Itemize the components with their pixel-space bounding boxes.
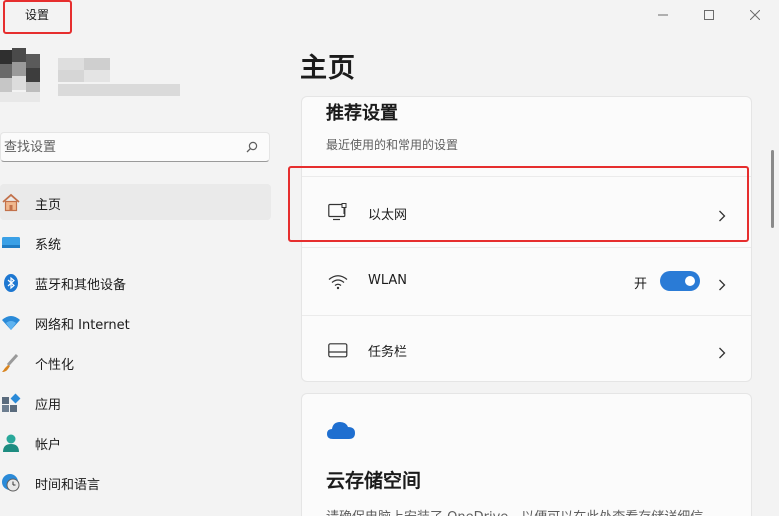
sidebar-item-time-language[interactable]: 时间和语言 xyxy=(0,464,271,500)
sidebar-item-label: 系统 xyxy=(35,238,62,253)
recommended-title: 推荐设置 xyxy=(326,103,398,124)
apps-icon xyxy=(1,393,21,413)
ethernet-icon xyxy=(328,203,348,225)
toggle-knob xyxy=(685,276,695,286)
sidebar-item-network[interactable]: 网络和 Internet xyxy=(0,304,271,340)
system-icon xyxy=(1,233,21,253)
minimize-icon xyxy=(658,14,668,16)
wlan-toggle[interactable] xyxy=(660,271,700,291)
divider xyxy=(302,315,751,316)
page-title: 主页 xyxy=(300,53,356,84)
maximize-button[interactable] xyxy=(686,0,732,30)
home-icon xyxy=(1,193,21,213)
sidebar-item-apps[interactable]: 应用 xyxy=(0,384,271,420)
divider xyxy=(302,247,751,248)
chevron-right-icon xyxy=(718,344,726,363)
sidebar-item-personalization[interactable]: 个性化 xyxy=(0,344,271,380)
sidebar-item-label: 网络和 Internet xyxy=(35,318,130,333)
maximize-icon xyxy=(704,10,714,20)
minimize-button[interactable] xyxy=(640,0,686,30)
wlan-toggle-state-text: 开 xyxy=(634,277,648,292)
user-avatar[interactable] xyxy=(0,44,46,106)
cloud-icon xyxy=(326,420,356,444)
sidebar-item-label: 主页 xyxy=(35,198,62,213)
sidebar-item-home[interactable]: 主页 xyxy=(0,184,271,220)
recommended-settings-card: 推荐设置 最近使用的和常用的设置 以太网 WLAN 开 任务栏 xyxy=(301,96,752,382)
sidebar-item-label: 个性化 xyxy=(35,358,75,373)
title-bar: 设置 xyxy=(0,0,779,34)
sidebar-item-accounts[interactable]: 帐户 xyxy=(0,424,271,460)
recommended-subtitle: 最近使用的和常用的设置 xyxy=(326,138,459,152)
personalization-icon xyxy=(1,353,21,373)
cloud-storage-title: 云存储空间 xyxy=(326,470,422,492)
search-box[interactable] xyxy=(0,132,270,162)
divider xyxy=(302,176,751,177)
chevron-right-icon xyxy=(718,276,726,295)
chevron-right-icon xyxy=(718,207,726,226)
sidebar-item-label: 时间和语言 xyxy=(35,478,101,493)
sidebar-item-label: 应用 xyxy=(35,398,62,413)
account-name-blurred xyxy=(58,58,180,98)
time-language-icon xyxy=(1,473,21,493)
wlan-label: WLAN xyxy=(368,273,408,288)
scrollbar-thumb[interactable] xyxy=(771,150,774,228)
search-input[interactable] xyxy=(4,133,234,161)
scrollbar-track[interactable] xyxy=(760,0,779,516)
sidebar-item-label: 帐户 xyxy=(35,438,62,453)
cloud-storage-card: 云存储空间 请确保电脑上安装了 OneDrive，以便可以在此处查看存储详细信 xyxy=(301,393,752,516)
app-title: 设置 xyxy=(25,8,50,22)
wifi-icon xyxy=(1,313,21,333)
account-icon xyxy=(1,433,21,453)
close-icon xyxy=(750,10,760,20)
sidebar-item-bluetooth[interactable]: 蓝牙和其他设备 xyxy=(0,264,271,300)
wlan-icon xyxy=(328,274,348,294)
ethernet-label: 以太网 xyxy=(368,208,408,223)
sidebar-nav: 主页 系统 蓝牙和其他设备 网络和 Internet 个性化 应用 帐户 时间和… xyxy=(0,184,271,504)
taskbar-label: 任务栏 xyxy=(368,345,408,360)
sidebar-item-label: 蓝牙和其他设备 xyxy=(35,278,127,293)
ethernet-row[interactable]: 以太网 xyxy=(302,180,751,246)
wlan-row[interactable]: WLAN 开 xyxy=(302,249,751,315)
sidebar-item-system[interactable]: 系统 xyxy=(0,224,271,260)
cloud-storage-description: 请确保电脑上安装了 OneDrive，以便可以在此处查看存储详细信 xyxy=(326,506,703,516)
taskbar-icon xyxy=(328,343,348,363)
search-icon[interactable] xyxy=(246,141,258,153)
bluetooth-icon xyxy=(1,273,21,293)
taskbar-row[interactable]: 任务栏 xyxy=(302,317,751,381)
